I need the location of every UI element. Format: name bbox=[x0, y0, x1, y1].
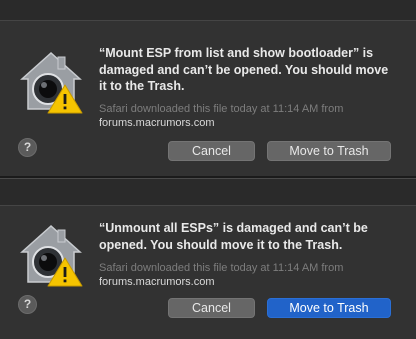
alert-dialog-unmount-esps: “Unmount all ESPs” is damaged and can’t … bbox=[0, 178, 416, 339]
help-button[interactable]: ? bbox=[18, 138, 37, 157]
download-source-text: Safari downloaded this file today at 11:… bbox=[99, 261, 399, 289]
gatekeeper-house-icon bbox=[20, 51, 83, 114]
download-source-prefix: Safari downloaded this file today at 11:… bbox=[99, 103, 344, 115]
download-source-domain: forums.macrumors.com bbox=[99, 276, 215, 288]
download-source-domain: forums.macrumors.com bbox=[99, 117, 215, 129]
help-icon: ? bbox=[23, 297, 32, 311]
download-source-text: Safari downloaded this file today at 11:… bbox=[99, 102, 399, 130]
help-button[interactable]: ? bbox=[18, 295, 37, 314]
cancel-button[interactable]: Cancel bbox=[168, 298, 255, 318]
move-to-trash-button[interactable]: Move to Trash bbox=[267, 298, 391, 318]
alert-message: “Mount ESP from list and show bootloader… bbox=[99, 46, 389, 93]
alert-dialog-mount-esp: “Mount ESP from list and show bootloader… bbox=[0, 0, 416, 176]
move-to-trash-button[interactable]: Move to Trash bbox=[267, 141, 391, 161]
download-source-prefix: Safari downloaded this file today at 11:… bbox=[99, 262, 344, 274]
cancel-button[interactable]: Cancel bbox=[168, 141, 255, 161]
window-titlebar[interactable] bbox=[0, 179, 416, 206]
gatekeeper-house-icon bbox=[20, 224, 83, 287]
alert-message: “Unmount all ESPs” is damaged and can’t … bbox=[99, 221, 368, 252]
window-titlebar[interactable] bbox=[0, 0, 416, 21]
help-icon: ? bbox=[23, 140, 32, 154]
